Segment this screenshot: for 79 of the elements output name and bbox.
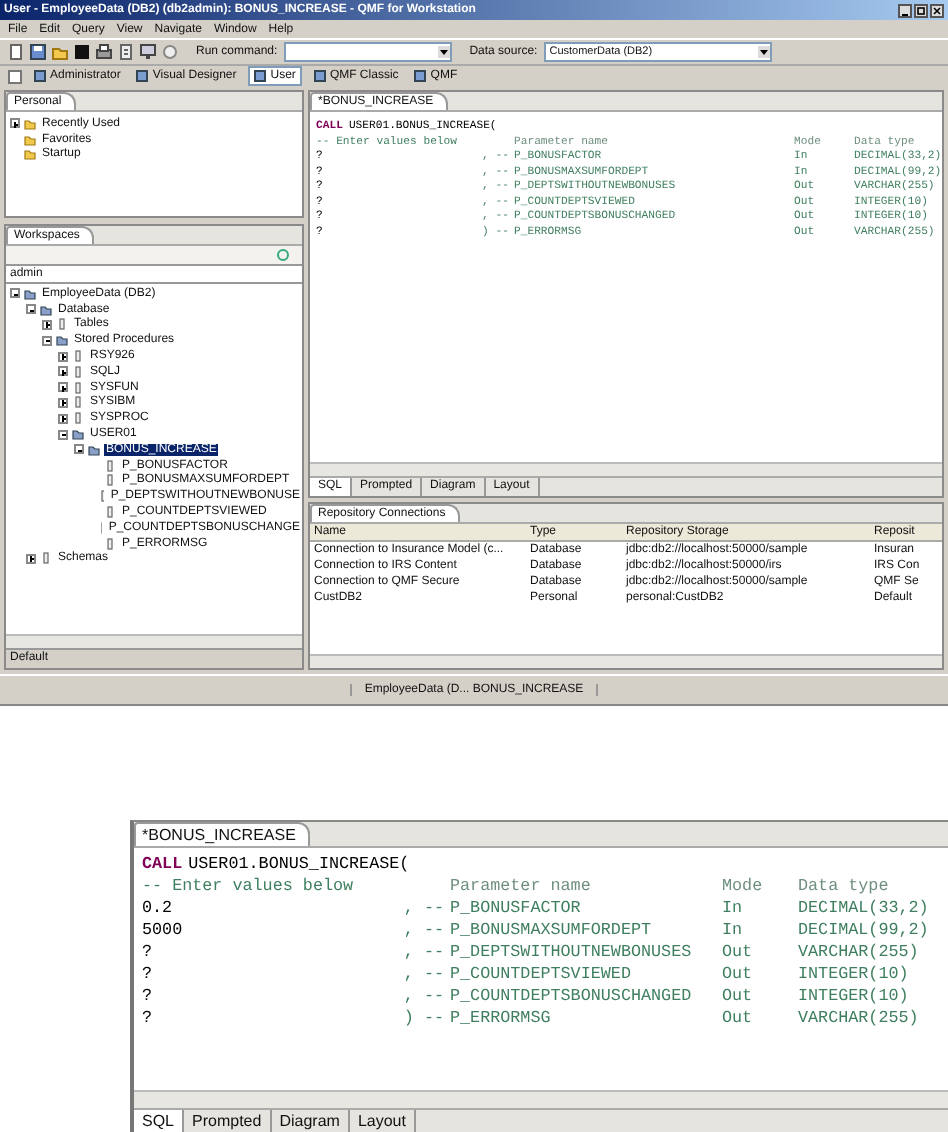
parameter-name: P_COUNTDEPTSBONUSCHANGED xyxy=(450,986,694,1008)
perspective-icon xyxy=(34,70,46,82)
folder-icon[interactable] xyxy=(52,44,68,60)
maximize-icon[interactable] xyxy=(914,3,928,17)
dropdown-arrow-icon[interactable] xyxy=(437,46,450,58)
print-icon[interactable] xyxy=(96,44,112,60)
horizontal-scrollbar[interactable] xyxy=(6,634,302,648)
column-header: Data type xyxy=(798,876,891,898)
circle-icon[interactable] xyxy=(162,44,178,60)
code-comment: -- Enter values below xyxy=(142,876,356,898)
expand-toggle-icon[interactable] xyxy=(58,397,68,408)
expand-toggle-icon[interactable] xyxy=(58,366,68,377)
parameter-type: INTEGER(10) xyxy=(798,986,911,1008)
code-keyword: CALL xyxy=(142,854,183,876)
parameter-mode: Out xyxy=(722,964,755,986)
column-header: Parameter name xyxy=(450,876,593,898)
expand-toggle-icon[interactable] xyxy=(58,382,68,393)
editor-view-tab[interactable]: SQL xyxy=(134,1110,185,1132)
perspective-icon xyxy=(414,70,427,82)
parameter-name: P_COUNTDEPTSVIEWED xyxy=(450,964,633,986)
document-icon[interactable] xyxy=(118,44,134,60)
parameter-type: INTEGER(10) xyxy=(798,964,911,986)
code-separator: , -- xyxy=(401,986,446,1008)
parameter-name: P_DEPTSWITHOUTNEWBONUSES xyxy=(450,942,694,964)
save-icon[interactable] xyxy=(30,44,46,60)
parameter-mode: Out xyxy=(722,942,755,964)
code-separator: , -- xyxy=(401,942,446,964)
expand-toggle-icon[interactable] xyxy=(58,351,68,362)
horizontal-scrollbar[interactable] xyxy=(310,462,942,476)
parameter-value: 5000 xyxy=(142,920,185,942)
parameter-value: 0.2 xyxy=(142,898,175,920)
parameter-name: P_ERRORMSG xyxy=(450,1008,553,1030)
code-separator: , -- xyxy=(401,964,446,986)
perspective-icon xyxy=(254,70,267,82)
expand-toggle-icon[interactable] xyxy=(74,444,84,455)
expand-toggle-icon[interactable] xyxy=(42,335,52,346)
perspective-icon xyxy=(313,70,326,82)
close-icon[interactable] xyxy=(930,3,944,17)
code-separator: ) -- xyxy=(401,1008,446,1030)
parameter-value: ? xyxy=(142,964,155,986)
parameter-value: ? xyxy=(142,942,155,964)
parameter-type: VARCHAR(255) xyxy=(798,942,921,964)
monitor-icon[interactable] xyxy=(140,44,156,60)
parameter-mode: Out xyxy=(722,986,755,1008)
parameter-mode: Out xyxy=(722,1008,755,1030)
code-separator: , -- xyxy=(401,920,446,942)
expand-toggle-icon[interactable] xyxy=(10,288,20,299)
parameter-value: ? xyxy=(142,986,155,1008)
code-text: USER01.BONUS_INCREASE( xyxy=(188,854,410,876)
parameter-type: DECIMAL(99,2) xyxy=(798,920,931,942)
column-header: Mode xyxy=(722,876,765,898)
refresh-icon[interactable] xyxy=(276,248,290,262)
parameter-type: DECIMAL(33,2) xyxy=(798,898,931,920)
expand-toggle-icon[interactable] xyxy=(42,319,52,330)
dropdown-arrow-icon[interactable] xyxy=(757,46,770,58)
parameter-value: ? xyxy=(142,1008,155,1030)
folder-icon xyxy=(56,334,68,347)
perspective-icon xyxy=(136,70,149,82)
expand-toggle-icon[interactable] xyxy=(26,304,36,315)
expand-toggle-icon[interactable] xyxy=(10,118,20,129)
expand-toggle-icon[interactable] xyxy=(58,429,68,440)
editor-view-tab[interactable]: Prompted xyxy=(184,1110,272,1132)
editor-tab[interactable]: *BONUS_INCREASE xyxy=(134,822,310,846)
parameter-mode: In xyxy=(722,898,745,920)
parameter-name: P_BONUSMAXSUMFORDEPT xyxy=(450,920,654,942)
editor-view-tab[interactable]: Layout xyxy=(349,1110,416,1132)
editor-view-tab[interactable]: Diagram xyxy=(271,1110,350,1132)
code-separator: , -- xyxy=(401,898,446,920)
minimize-icon[interactable] xyxy=(898,3,912,17)
parameter-name: P_BONUSFACTOR xyxy=(450,898,583,920)
parameter-mode: In xyxy=(722,920,745,942)
open-perspective-icon[interactable] xyxy=(8,69,22,83)
horizontal-scrollbar[interactable] xyxy=(134,1090,948,1108)
parameter-type: VARCHAR(255) xyxy=(798,1008,921,1030)
new-file-icon[interactable] xyxy=(8,44,24,60)
expand-toggle-icon[interactable] xyxy=(58,413,68,424)
stop-icon[interactable] xyxy=(74,44,90,60)
expand-toggle-icon[interactable] xyxy=(26,553,36,564)
horizontal-scrollbar[interactable] xyxy=(310,654,942,668)
